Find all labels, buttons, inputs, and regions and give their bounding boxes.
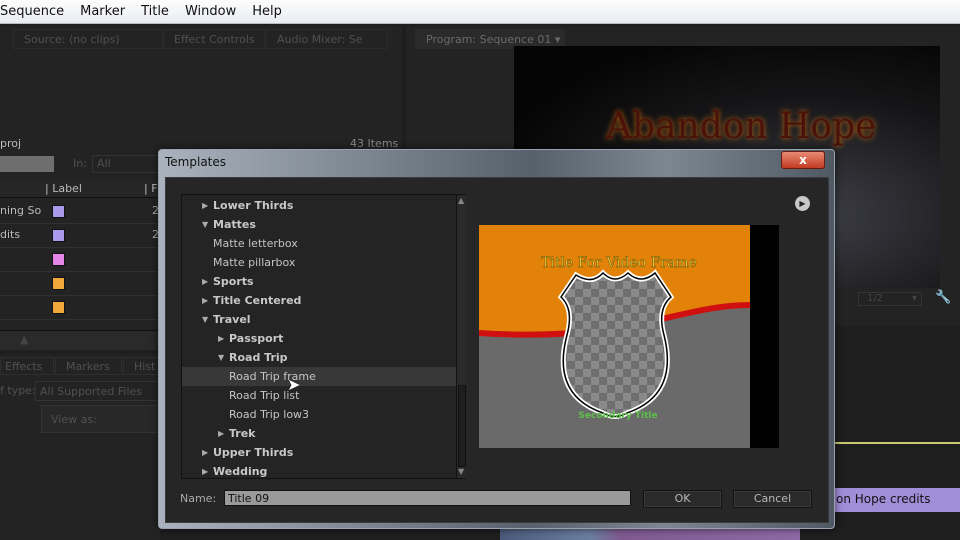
project-row[interactable] bbox=[0, 273, 160, 296]
tree-item[interactable]: Road Trip list bbox=[182, 386, 456, 405]
preview-title: Title For Video Frame bbox=[541, 255, 697, 271]
project-row-name: dits bbox=[0, 228, 21, 241]
tree-item[interactable]: ▶ Passport bbox=[182, 329, 456, 348]
template-preview: Title For Video Frame Secondary Title bbox=[479, 225, 779, 448]
tree-item[interactable]: ▼ Road Trip bbox=[182, 348, 456, 367]
playhead-line bbox=[834, 442, 960, 444]
in-label: In: bbox=[73, 157, 87, 170]
menu-title[interactable]: Title bbox=[141, 4, 169, 19]
menu-sequence[interactable]: Sequence bbox=[0, 4, 64, 19]
tree-item[interactable]: ▼ Mattes bbox=[182, 215, 456, 234]
search-field[interactable] bbox=[0, 156, 54, 172]
tree-item[interactable]: Matte letterbox bbox=[182, 234, 456, 253]
view-as-label: View as: bbox=[51, 413, 97, 426]
template-tree: ▶ Lower Thirds ▼ Mattes Matte letterbox Matte… bbox=[181, 194, 466, 479]
label-swatch[interactable] bbox=[52, 229, 65, 242]
tab-effects[interactable]: Effects bbox=[0, 357, 54, 375]
tab-effect-controls[interactable]: Effect Controls bbox=[163, 29, 265, 49]
chevron-down-icon[interactable]: ▼ bbox=[202, 215, 208, 234]
column-label[interactable]: Label bbox=[52, 182, 82, 195]
tree-item[interactable]: Road Trip frame bbox=[182, 367, 456, 386]
panel-menu-icon[interactable]: ▾ bbox=[555, 33, 561, 46]
black-strip bbox=[750, 225, 779, 448]
scroll-thumb[interactable] bbox=[458, 385, 466, 467]
project-row-name: ning So bbox=[0, 204, 42, 217]
tree-item[interactable]: ▶ Title Centered bbox=[182, 291, 456, 310]
tab-source[interactable]: Source: (no clips) bbox=[13, 29, 163, 49]
close-button[interactable]: x bbox=[781, 151, 825, 169]
tree-scrollbar[interactable]: ▲ ▼ bbox=[456, 195, 466, 478]
preview-menu-icon[interactable]: ▶ bbox=[795, 196, 810, 211]
project-row[interactable]: dits 2 bbox=[0, 225, 160, 248]
zoom-up-icon[interactable]: ▲ bbox=[20, 333, 28, 346]
tab-audio-mixer[interactable]: Audio Mixer: Se bbox=[266, 29, 388, 49]
mouse-cursor: ➤ bbox=[287, 375, 301, 394]
wrench-icon[interactable]: 🔧 bbox=[935, 290, 951, 305]
column-f[interactable]: F bbox=[151, 182, 157, 195]
label-swatch[interactable] bbox=[52, 277, 65, 290]
chevron-down-icon[interactable]: ▼ bbox=[218, 348, 224, 367]
files-type-select[interactable]: All Supported Files bbox=[35, 381, 160, 401]
scroll-up-icon[interactable]: ▲ bbox=[458, 196, 464, 205]
tree-item[interactable]: ▶ Lower Thirds bbox=[182, 196, 456, 215]
name-label: Name: bbox=[180, 492, 217, 505]
project-row[interactable] bbox=[0, 249, 160, 272]
chevron-right-icon[interactable]: ▶ bbox=[202, 196, 208, 215]
tree-item[interactable]: ▶ Upper Thirds bbox=[182, 443, 456, 462]
tree-item[interactable]: ▼ Travel bbox=[182, 310, 456, 329]
label-swatch[interactable] bbox=[52, 205, 65, 218]
menu-bar: Sequence Marker Title Window Help bbox=[0, 0, 960, 24]
tab-history[interactable]: Hist bbox=[123, 357, 160, 375]
project-row[interactable] bbox=[0, 297, 160, 320]
tree-item[interactable]: ▶ Sports bbox=[182, 272, 456, 291]
chevron-down-icon[interactable]: ▼ bbox=[202, 310, 208, 329]
templates-dialog: Templates x ▶ Lower Thirds ▼ Mattes Matte le… bbox=[158, 149, 835, 529]
chevron-right-icon[interactable]: ▶ bbox=[218, 424, 224, 443]
timeline-clip[interactable]: on Hope credits bbox=[834, 488, 960, 512]
ok-button[interactable]: OK bbox=[643, 490, 722, 508]
in-select[interactable]: All bbox=[92, 155, 162, 173]
menu-window[interactable]: Window bbox=[185, 4, 236, 19]
project-row[interactable]: ning So 2 bbox=[0, 201, 160, 224]
tree-item[interactable]: Matte pillarbox bbox=[182, 253, 456, 272]
tree-item[interactable]: ▶ Wedding bbox=[182, 462, 456, 481]
menu-marker[interactable]: Marker bbox=[80, 4, 125, 19]
preview-subtitle: Secondary Title bbox=[578, 411, 657, 421]
zoom-select[interactable]: 1/2 ▾ bbox=[858, 292, 922, 306]
menu-help[interactable]: Help bbox=[252, 4, 282, 19]
dialog-title: Templates bbox=[165, 155, 227, 169]
tab-markers[interactable]: Markers bbox=[55, 357, 122, 375]
chevron-right-icon[interactable]: ▶ bbox=[202, 462, 208, 481]
chevron-right-icon[interactable]: ▶ bbox=[202, 291, 208, 310]
label-swatch[interactable] bbox=[52, 253, 65, 266]
label-swatch[interactable] bbox=[52, 301, 65, 314]
files-type-label: f type: bbox=[0, 384, 36, 397]
chevron-right-icon[interactable]: ▶ bbox=[202, 443, 208, 462]
chevron-right-icon[interactable]: ▶ bbox=[202, 272, 208, 291]
scroll-down-icon[interactable]: ▼ bbox=[458, 467, 464, 476]
name-input[interactable] bbox=[224, 490, 631, 506]
cancel-button[interactable]: Cancel bbox=[733, 490, 812, 508]
project-name: proj bbox=[0, 137, 22, 150]
tree-item[interactable]: ▶ Trek bbox=[182, 424, 456, 443]
program-title-text: Abandon Hope bbox=[606, 106, 877, 147]
tree-item[interactable]: Road Trip low3 bbox=[182, 405, 456, 424]
project-toolbar: ▲ bbox=[0, 330, 160, 350]
chevron-right-icon[interactable]: ▶ bbox=[218, 329, 224, 348]
timeline-clips[interactable] bbox=[500, 528, 800, 540]
